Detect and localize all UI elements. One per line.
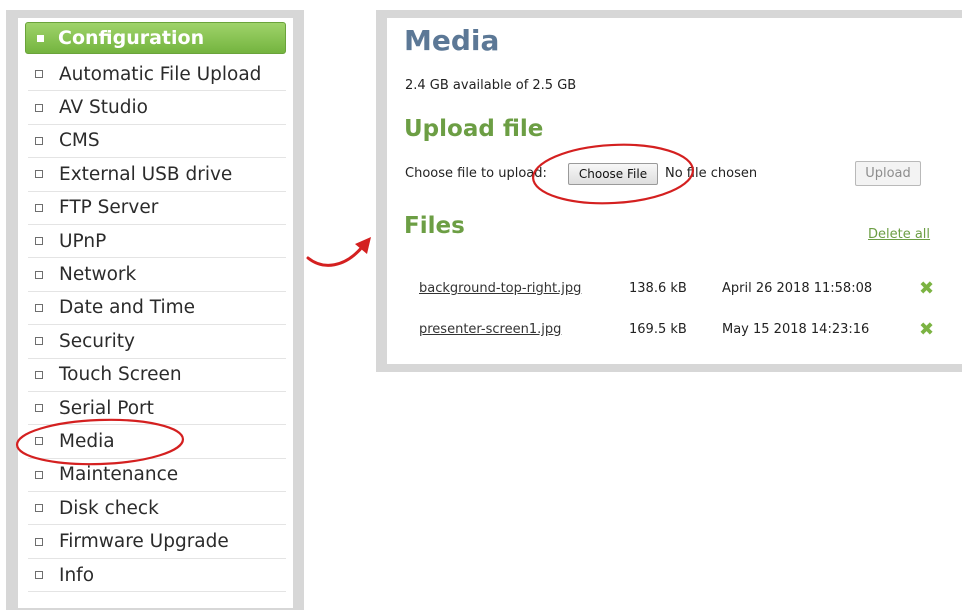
sidebar-item-label: Touch Screen: [59, 364, 182, 386]
sidebar-item-label: Automatic File Upload: [59, 63, 262, 85]
square-bullet-icon: [35, 437, 43, 446]
square-bullet-icon: [35, 404, 43, 413]
square-bullet-icon: [35, 237, 43, 246]
sidebar-item-serial-port[interactable]: Serial Port: [28, 392, 286, 426]
square-bullet-icon: [35, 70, 43, 79]
media-panel: [387, 18, 962, 364]
square-bullet-icon: [35, 370, 43, 379]
square-bullet-icon: [35, 270, 43, 279]
sidebar-header-label: Configuration: [58, 27, 205, 49]
sidebar-item-maintenance[interactable]: Maintenance: [28, 459, 286, 493]
sidebar-item-upnp[interactable]: UPnP: [28, 225, 286, 259]
file-row: presenter-screen1.jpg 169.5 kB May 15 20…: [0, 319, 962, 346]
file-name-link[interactable]: presenter-screen1.jpg: [419, 322, 561, 337]
square-bullet-icon: [35, 170, 43, 179]
choose-file-label: Choose file to upload:: [405, 166, 547, 181]
file-size: 169.5 kB: [629, 322, 687, 337]
sidebar-item-label: Serial Port: [59, 397, 154, 419]
square-bullet-icon: [37, 34, 44, 42]
file-size: 138.6 kB: [629, 281, 687, 296]
file-row: background-top-right.jpg 138.6 kB April …: [0, 278, 962, 305]
sidebar-item-label: AV Studio: [59, 97, 148, 119]
sidebar-item-label: Info: [59, 564, 95, 586]
sidebar-item-info[interactable]: Info: [28, 559, 286, 593]
square-bullet-icon: [35, 203, 43, 212]
upload-button[interactable]: Upload: [855, 161, 921, 186]
square-bullet-icon: [35, 136, 43, 145]
sidebar-item-label: FTP Server: [59, 197, 159, 219]
x-icon[interactable]: ✖: [919, 278, 934, 299]
sidebar-item-cms[interactable]: CMS: [28, 125, 286, 159]
square-bullet-icon: [35, 537, 43, 546]
square-bullet-icon: [35, 504, 43, 513]
square-bullet-icon: [35, 103, 43, 112]
sidebar-item-firmware-upgrade[interactable]: Firmware Upgrade: [28, 525, 286, 559]
sidebar-item-touch-screen[interactable]: Touch Screen: [28, 359, 286, 392]
square-bullet-icon: [35, 571, 43, 580]
sidebar-item-media[interactable]: Media: [28, 425, 286, 459]
sidebar-item-label: Maintenance: [59, 464, 179, 486]
no-file-chosen-text: No file chosen: [665, 166, 758, 181]
sidebar-item-label: UPnP: [59, 230, 107, 252]
delete-all-link[interactable]: Delete all: [868, 227, 930, 242]
square-bullet-icon: [35, 470, 43, 479]
sidebar-item-external-usb-drive[interactable]: External USB drive: [28, 158, 286, 192]
square-bullet-icon: [35, 303, 43, 312]
sidebar-item-label: Media: [59, 430, 115, 452]
sidebar-item-ftp-server[interactable]: FTP Server: [28, 192, 286, 225]
sidebar-item-label: Disk check: [59, 497, 159, 519]
curved-arrow-icon: [306, 237, 371, 267]
sidebar-item-automatic-file-upload[interactable]: Automatic File Upload: [28, 58, 286, 92]
sidebar-item-label: External USB drive: [59, 163, 233, 185]
upload-file-heading: Upload file: [404, 116, 544, 142]
sidebar-item-label: Firmware Upgrade: [59, 531, 229, 553]
sidebar-header-configuration[interactable]: Configuration: [25, 22, 286, 54]
files-heading: Files: [404, 213, 465, 239]
file-name-link[interactable]: background-top-right.jpg: [419, 281, 581, 296]
choose-file-button[interactable]: Choose File: [568, 163, 658, 185]
file-date: April 26 2018 11:58:08: [722, 281, 873, 296]
sidebar-item-disk-check[interactable]: Disk check: [28, 492, 286, 526]
sidebar-item-av-studio[interactable]: AV Studio: [28, 91, 286, 125]
sidebar-item-label: CMS: [59, 130, 100, 152]
storage-available-text: 2.4 GB available of 2.5 GB: [405, 78, 577, 93]
page-title: Media: [404, 24, 500, 57]
x-icon[interactable]: ✖: [919, 319, 934, 340]
file-date: May 15 2018 14:23:16: [722, 322, 870, 337]
